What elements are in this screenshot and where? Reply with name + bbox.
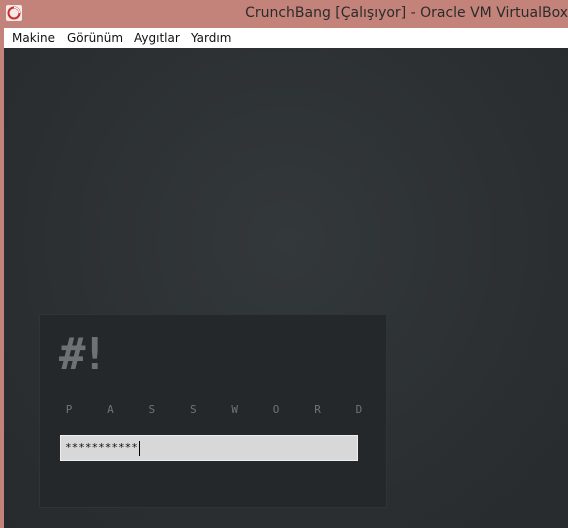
crunchbang-logo: #! [59,329,108,380]
login-panel: #! P A S S W O R D *********** [39,314,387,508]
virtualbox-icon[interactable] [6,5,22,21]
menu-bar: Makine Görünüm Aygıtlar Yardım [4,28,568,48]
menu-item-gorunum[interactable]: Görünüm [67,28,123,48]
password-label-letter: W [231,403,238,416]
vm-screen[interactable]: #! P A S S W O R D *********** [4,48,568,528]
menu-item-aygitlar[interactable]: Aygıtlar [134,28,180,48]
password-label-letter: P [65,403,73,416]
password-label-letter: S [189,403,197,416]
password-label: PASSWORD [64,403,364,416]
password-label-letter: S [148,403,156,416]
password-label-letter: O [272,403,280,416]
window-title: CrunchBang [Çalışıyor] - Oracle VM Virtu… [245,5,568,21]
password-label-letter: R [314,403,321,416]
menu-item-yardim[interactable]: Yardım [191,28,231,48]
password-label-letter: A [107,403,114,416]
password-input[interactable]: *********** [60,435,358,461]
password-value: *********** [65,441,138,454]
window-titlebar[interactable]: CrunchBang [Çalışıyor] - Oracle VM Virtu… [0,0,568,28]
text-caret [138,440,140,456]
menu-item-makine[interactable]: Makine [12,28,55,48]
password-label-letter: D [355,403,363,416]
